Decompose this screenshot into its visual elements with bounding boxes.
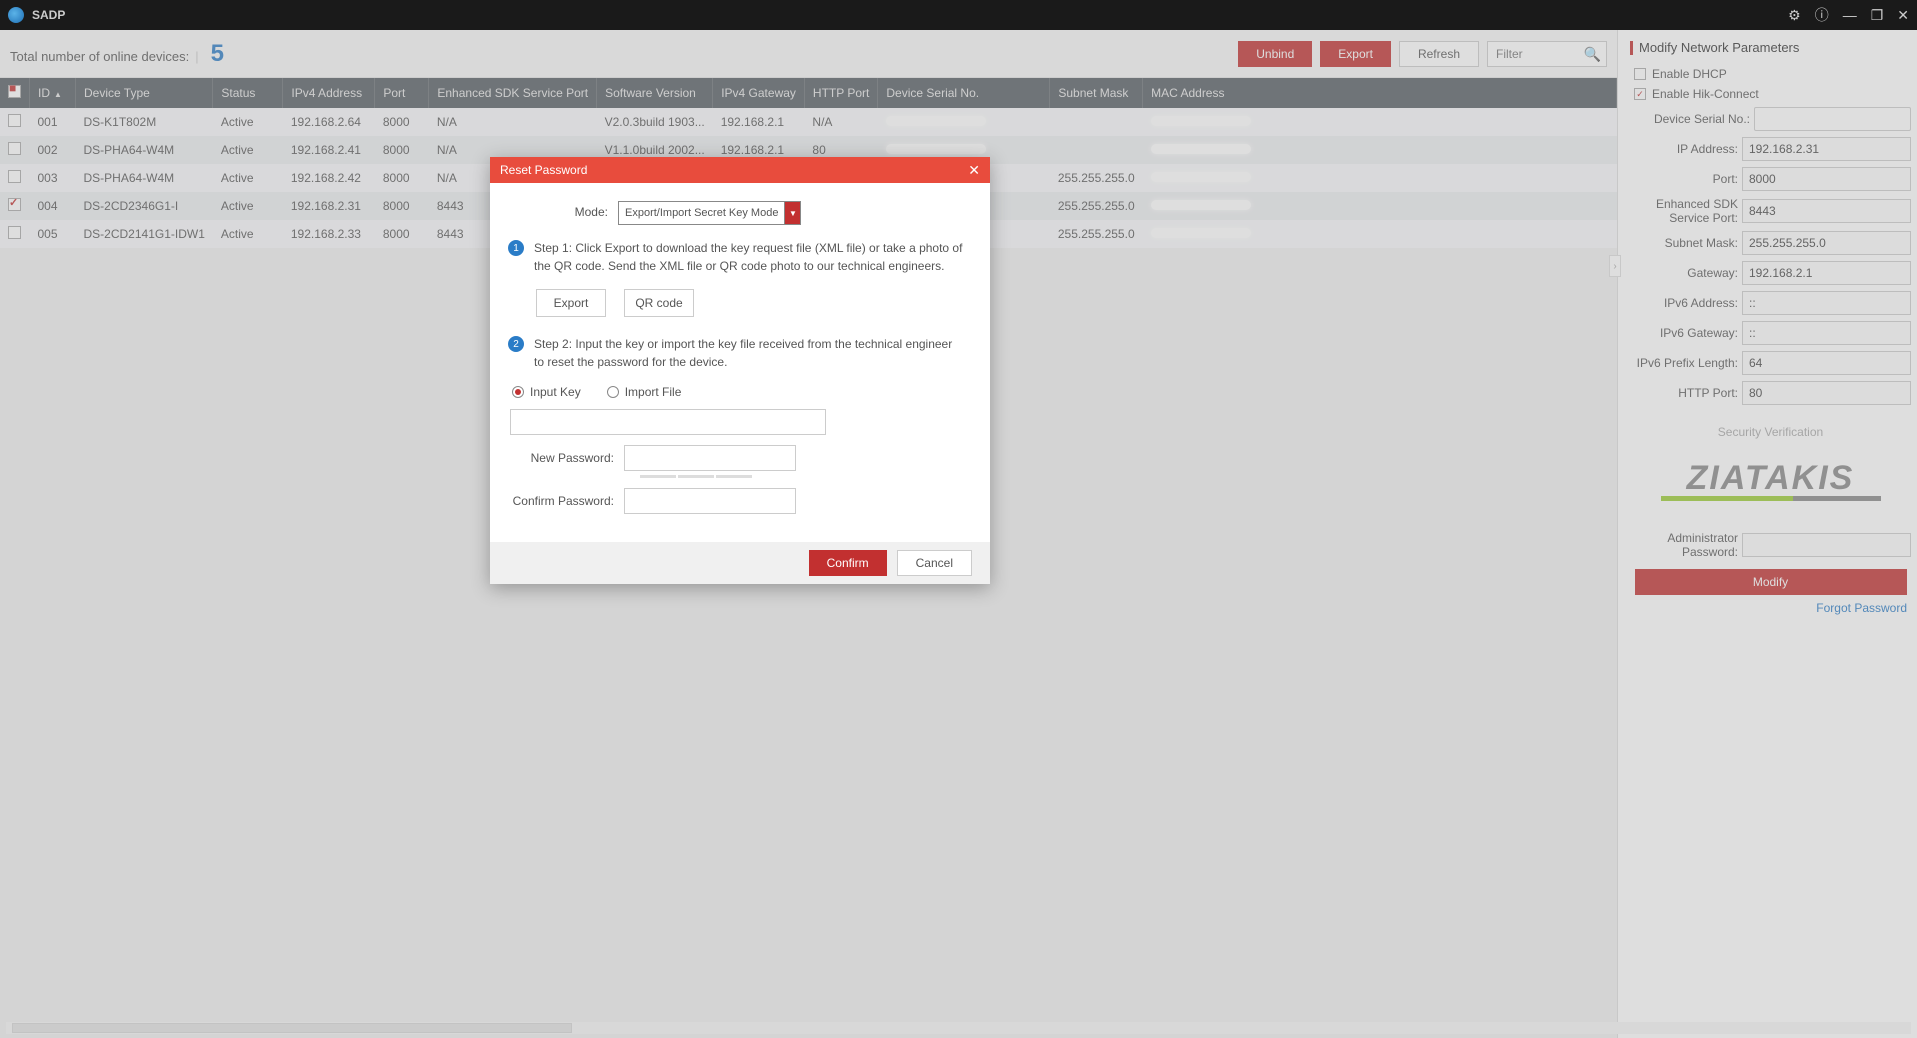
minimize-icon[interactable]: — [1843,7,1857,23]
new-pw-input[interactable] [624,445,796,471]
titlebar: SADP ⚙ ⓘ — ❐ ✕ [0,0,1917,30]
step-2-badge: 2 [508,336,524,352]
step-2-text: Step 2: Input the key or import the key … [534,335,964,371]
app-title: SADP [32,8,65,22]
new-pw-label: New Password: [508,451,614,465]
dialog-close-icon[interactable]: ✕ [968,162,980,179]
dialog-title: Reset Password [500,163,587,177]
mode-value: Export/Import Secret Key Mode [619,207,784,219]
close-window-icon[interactable]: ✕ [1897,7,1909,24]
info-icon[interactable]: ⓘ [1815,5,1829,25]
key-input[interactable] [510,409,826,435]
export-key-button[interactable]: Export [536,289,606,317]
app-logo-icon [8,7,24,23]
step-1-text: Step 1: Click Export to download the key… [534,239,964,275]
maximize-icon[interactable]: ❐ [1871,7,1884,24]
password-strength-meter [640,475,964,478]
confirm-button[interactable]: Confirm [809,550,887,576]
mode-select[interactable]: Export/Import Secret Key Mode ▼ [618,201,801,225]
step-1-badge: 1 [508,240,524,256]
confirm-pw-label: Confirm Password: [508,494,614,508]
import-file-label: Import File [625,385,682,399]
import-file-radio[interactable] [607,386,619,398]
qr-code-button[interactable]: QR code [624,289,694,317]
dropdown-arrow-icon[interactable]: ▼ [784,202,800,224]
cancel-button[interactable]: Cancel [897,550,972,576]
reset-password-dialog: Reset Password ✕ Mode: Export/Import Sec… [490,157,990,584]
input-key-radio[interactable] [512,386,524,398]
settings-icon[interactable]: ⚙ [1788,7,1801,24]
input-key-label: Input Key [530,385,581,399]
mode-label: Mode: [508,201,608,219]
confirm-pw-input[interactable] [624,488,796,514]
